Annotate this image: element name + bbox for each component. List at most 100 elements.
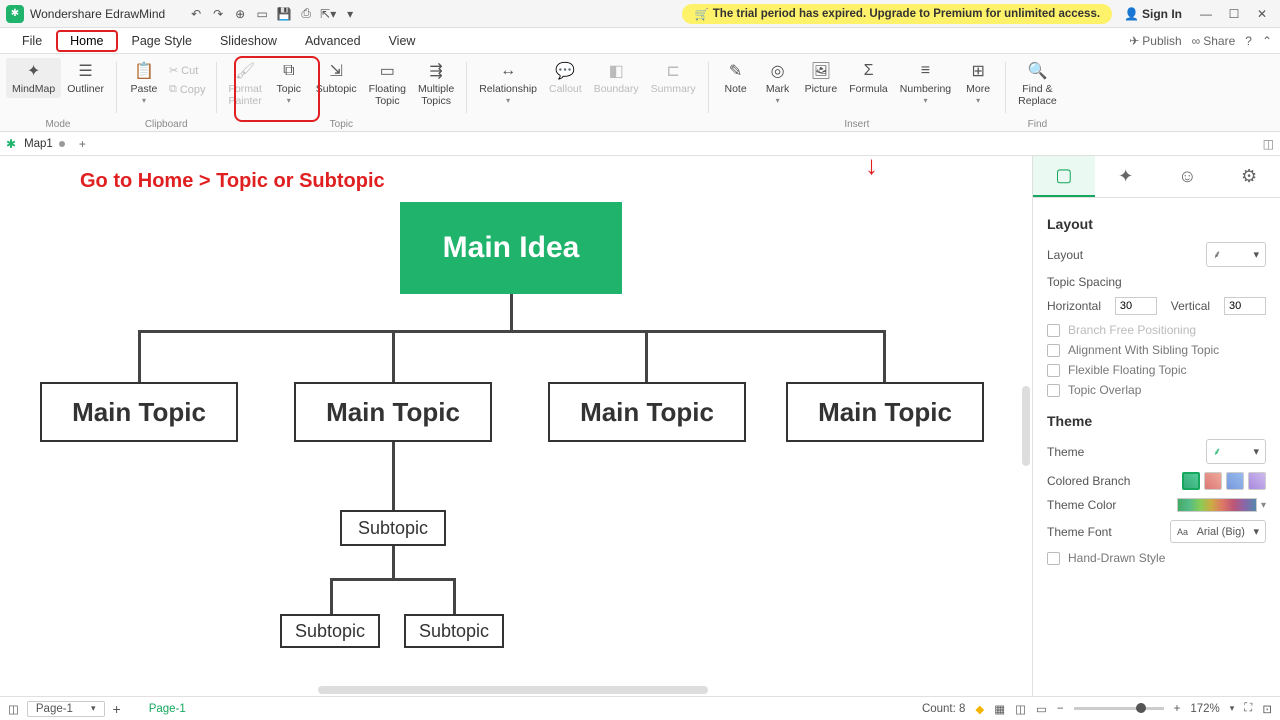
- summary-button[interactable]: ⊏Summary: [645, 58, 702, 107]
- find-replace-button[interactable]: 🔍Find & Replace: [1012, 58, 1063, 109]
- menu-home[interactable]: Home: [56, 30, 117, 52]
- new-icon[interactable]: ⊕: [230, 4, 250, 24]
- floating-icon: ▭: [380, 60, 395, 82]
- view-grid-icon[interactable]: ▦: [994, 702, 1005, 716]
- chevron-down-icon: ▾: [91, 703, 96, 714]
- panel-tab-icon[interactable]: ☺: [1157, 156, 1219, 197]
- multiple-topics-button[interactable]: ⇶ Multiple Topics: [412, 58, 460, 109]
- vertical-scrollbar[interactable]: [1022, 386, 1030, 466]
- zoom-level: 172%: [1190, 703, 1219, 715]
- node-topic-2[interactable]: Main Topic: [294, 382, 492, 442]
- node-topic-3[interactable]: Main Topic: [548, 382, 746, 442]
- branch-swatch-4[interactable]: [1248, 472, 1266, 490]
- floating-topic-button[interactable]: ▭ Floating Topic: [363, 58, 412, 109]
- diamond-icon: ◆: [975, 702, 984, 716]
- subtopic-icon: ⇲: [330, 60, 343, 82]
- chevron-down-icon[interactable]: ▾: [1261, 500, 1266, 511]
- signin-button[interactable]: 👤 Sign In: [1124, 7, 1182, 21]
- panel-toggle-icon[interactable]: ◫: [1263, 137, 1274, 151]
- layout-select[interactable]: ⸙▾: [1206, 242, 1266, 267]
- mindmap-button[interactable]: ✦ MindMap: [6, 58, 61, 98]
- menu-file[interactable]: File: [8, 30, 56, 52]
- undo-icon[interactable]: ↶: [186, 4, 206, 24]
- copy-button[interactable]: ⧉Copy: [165, 81, 210, 98]
- minimize-button[interactable]: —: [1194, 4, 1218, 24]
- view-split-icon[interactable]: ◫: [1015, 702, 1026, 716]
- theme-preview-icon: ⸙: [1213, 444, 1221, 459]
- cut-button[interactable]: ✂Cut: [165, 62, 210, 79]
- horizontal-input[interactable]: [1115, 297, 1157, 315]
- chevron-down-icon: ▾: [1253, 445, 1259, 458]
- node-subtopic-2[interactable]: Subtopic: [280, 614, 380, 648]
- vertical-input[interactable]: [1224, 297, 1266, 315]
- boundary-button[interactable]: ◧Boundary: [588, 58, 645, 107]
- save-icon[interactable]: 💾: [274, 4, 294, 24]
- hand-drawn-checkbox[interactable]: [1047, 552, 1060, 565]
- topic-button[interactable]: ⧉ Topic ▾: [268, 58, 310, 109]
- add-tab-button[interactable]: +: [79, 137, 86, 151]
- node-topic-1[interactable]: Main Topic: [40, 382, 238, 442]
- trial-banner[interactable]: 🛒 The trial period has expired. Upgrade …: [682, 4, 1112, 24]
- branch-swatch-3[interactable]: [1226, 472, 1244, 490]
- canvas[interactable]: Go to Home > Topic or Subtopic ↓ Main Id…: [0, 156, 1032, 696]
- more-icon[interactable]: ▾: [340, 4, 360, 24]
- collapse-ribbon-icon[interactable]: ⌃: [1262, 34, 1272, 48]
- node-topic-4[interactable]: Main Topic: [786, 382, 984, 442]
- relationship-button[interactable]: ↔Relationship▾: [473, 58, 543, 107]
- panel-tab-layout[interactable]: ▢: [1033, 156, 1095, 197]
- more-button[interactable]: ⊞More▾: [957, 58, 999, 107]
- share-icon: ∞: [1192, 34, 1201, 48]
- picture-button[interactable]: 🖼Picture: [799, 58, 844, 107]
- page-layout-icon[interactable]: ◫: [8, 702, 19, 716]
- mark-button[interactable]: ◎Mark▾: [757, 58, 799, 107]
- help-icon[interactable]: ?: [1245, 34, 1252, 48]
- export-icon[interactable]: ⇱▾: [318, 4, 338, 24]
- zoom-slider[interactable]: [1074, 707, 1164, 710]
- open-icon[interactable]: ▭: [252, 4, 272, 24]
- align-sibling-checkbox[interactable]: [1047, 344, 1060, 357]
- document-tab[interactable]: Map1: [16, 136, 73, 152]
- fullscreen-icon[interactable]: ⛶: [1244, 702, 1252, 715]
- fit-icon[interactable]: ⊡: [1262, 702, 1272, 716]
- maximize-button[interactable]: ☐: [1222, 4, 1246, 24]
- note-button[interactable]: ✎Note: [715, 58, 757, 107]
- zoom-in-button[interactable]: +: [1174, 703, 1181, 715]
- branch-swatch-1[interactable]: [1182, 472, 1200, 490]
- overlap-checkbox[interactable]: [1047, 384, 1060, 397]
- horizontal-scrollbar[interactable]: [318, 686, 708, 694]
- publish-button[interactable]: ✈Publish: [1129, 34, 1181, 48]
- page-selector[interactable]: Page-1▾: [27, 701, 105, 717]
- close-button[interactable]: ✕: [1250, 4, 1274, 24]
- menu-advanced[interactable]: Advanced: [291, 30, 375, 52]
- node-subtopic-3[interactable]: Subtopic: [404, 614, 504, 648]
- formula-button[interactable]: ΣFormula: [843, 58, 894, 107]
- cart-icon: 🛒: [694, 7, 708, 21]
- current-page[interactable]: Page-1: [149, 703, 186, 715]
- node-main-idea[interactable]: Main Idea: [400, 202, 622, 294]
- flex-float-checkbox[interactable]: [1047, 364, 1060, 377]
- menu-pagestyle[interactable]: Page Style: [118, 30, 206, 52]
- print-icon[interactable]: ⎙: [296, 4, 316, 24]
- callout-button[interactable]: 💬Callout: [543, 58, 588, 107]
- panel-tab-style[interactable]: ✦: [1095, 156, 1157, 197]
- paste-button[interactable]: 📋 Paste ▾: [123, 58, 165, 107]
- share-button[interactable]: ∞Share: [1192, 34, 1236, 48]
- zoom-out-button[interactable]: −: [1057, 703, 1064, 715]
- add-page-button[interactable]: +: [113, 701, 121, 717]
- theme-font-select[interactable]: AaArial (Big)▾: [1170, 520, 1266, 543]
- node-subtopic-1[interactable]: Subtopic: [340, 510, 446, 546]
- outliner-button[interactable]: ☰ Outliner: [61, 58, 110, 98]
- branch-free-checkbox[interactable]: [1047, 324, 1060, 337]
- theme-color-select[interactable]: [1177, 498, 1257, 512]
- redo-icon[interactable]: ↷: [208, 4, 228, 24]
- view-full-icon[interactable]: ▭: [1036, 702, 1047, 716]
- panel-tab-settings[interactable]: ⚙: [1218, 156, 1280, 197]
- menu-view[interactable]: View: [375, 30, 430, 52]
- branch-swatch-2[interactable]: [1204, 472, 1222, 490]
- format-painter-button[interactable]: 🖌 Format Painter: [223, 58, 268, 109]
- subtopic-button[interactable]: ⇲ Subtopic: [310, 58, 363, 109]
- chevron-down-icon[interactable]: ▾: [1230, 703, 1235, 714]
- menu-slideshow[interactable]: Slideshow: [206, 30, 291, 52]
- numbering-button[interactable]: ≡Numbering▾: [894, 58, 957, 107]
- theme-select[interactable]: ⸙▾: [1206, 439, 1266, 464]
